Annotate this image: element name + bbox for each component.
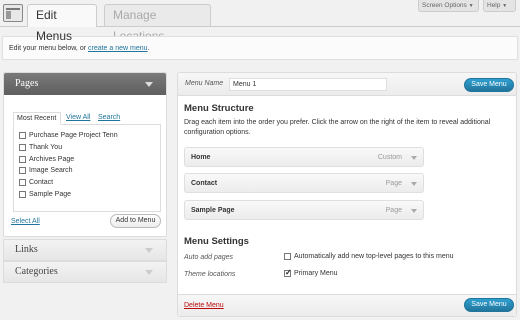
pages-panel-header[interactable]: Pages <box>4 73 166 95</box>
theme-locations-label: Theme locations <box>184 271 236 278</box>
expand-arrow-icon[interactable] <box>411 156 417 160</box>
auto-add-checkbox[interactable] <box>284 253 291 260</box>
help-label: Help <box>487 2 501 9</box>
screen-options-label: Screen Options <box>422 2 467 9</box>
menu-structure-heading: Menu Structure <box>184 103 254 114</box>
delete-menu-link[interactable]: Delete Menu <box>184 302 224 309</box>
page-label: Contact <box>29 179 54 187</box>
expand-arrow-icon[interactable] <box>411 182 417 186</box>
manage-suffix: . <box>147 45 150 52</box>
page-label: Thank You <box>29 144 63 152</box>
menu-settings-heading: Menu Settings <box>184 236 249 247</box>
manage-menus-bar: Edit your menu below, or create a new me… <box>2 36 518 60</box>
tab-manage-locations[interactable]: Manage Locations <box>104 4 211 43</box>
menus-screen-icon <box>3 4 23 22</box>
tab-most-recent[interactable]: Most Recent <box>13 112 61 125</box>
menu-name-input[interactable] <box>229 78 387 91</box>
page-checkbox[interactable] <box>19 144 26 152</box>
menu-item[interactable]: Sample Page Page <box>184 200 424 220</box>
menu-editor-footer: Delete Menu Save Menu <box>178 294 516 316</box>
pages-panel: Pages Most Recent View All Search Purcha… <box>3 72 167 237</box>
collapse-arrow-icon[interactable] <box>145 82 153 87</box>
page-label: Sample Page <box>29 190 72 198</box>
pages-checklist: Purchase Page Project Tenn Thank You Arc… <box>13 124 161 212</box>
menu-item-title: Contact <box>191 180 218 187</box>
list-item[interactable]: Thank You <box>19 142 155 154</box>
auto-add-label: Auto add pages <box>184 254 234 261</box>
page-checkbox[interactable] <box>19 155 26 163</box>
page-label: Image Search <box>29 167 73 175</box>
menu-item-type: Custom <box>377 154 402 161</box>
tab-search[interactable]: Search <box>98 112 120 123</box>
accordion-links-label: Links <box>15 244 38 255</box>
help-button[interactable]: Help ▼ <box>483 0 516 12</box>
primary-menu-text: Primary Menu <box>294 270 338 277</box>
save-menu-button[interactable]: Save Menu <box>464 298 514 312</box>
page-label: Archives Page <box>29 155 75 163</box>
tab-view-all[interactable]: View All <box>66 112 90 123</box>
menu-name-label: Menu Name <box>185 80 224 87</box>
collapse-arrow-icon[interactable] <box>145 270 153 275</box>
menu-item[interactable]: Contact Page <box>184 173 424 193</box>
menu-item-title: Sample Page <box>191 207 235 214</box>
auto-add-option[interactable]: Automatically add new top-level pages to… <box>284 253 454 260</box>
screen-options-button[interactable]: Screen Options ▼ <box>418 0 479 12</box>
accordion-categories[interactable]: Categories <box>3 261 167 283</box>
list-item[interactable]: Contact <box>19 177 155 189</box>
save-menu-button[interactable]: Save Menu <box>464 78 514 92</box>
create-new-menu-link[interactable]: create a new menu <box>88 45 148 52</box>
tab-edit-menus[interactable]: Edit Menus <box>27 4 97 43</box>
list-item[interactable]: Sample Page <box>19 188 155 200</box>
page-checkbox[interactable] <box>19 132 26 140</box>
menu-item[interactable]: Home Custom <box>184 147 424 167</box>
auto-add-text: Automatically add new top-level pages to… <box>294 253 454 260</box>
pages-panel-title: Pages <box>15 78 39 89</box>
collapse-arrow-icon[interactable] <box>145 248 153 253</box>
list-item[interactable]: Archives Page <box>19 153 155 165</box>
primary-menu-checkbox[interactable] <box>284 268 292 277</box>
chevron-down-icon: ▼ <box>468 3 474 9</box>
list-item[interactable]: Purchase Page Project Tenn <box>19 130 155 142</box>
accordion-categories-label: Categories <box>15 266 58 277</box>
primary-menu-option[interactable]: Primary Menu <box>284 268 338 277</box>
menu-item-title: Home <box>191 154 211 161</box>
page-checkbox[interactable] <box>19 179 26 187</box>
add-to-menu-button[interactable]: Add to Menu <box>110 214 161 228</box>
page-checkbox[interactable] <box>19 167 26 175</box>
accordion-links[interactable]: Links <box>3 239 167 261</box>
page-label: Purchase Page Project Tenn <box>29 132 118 140</box>
page-checkbox[interactable] <box>19 190 26 198</box>
menu-instructions: Drag each item into the order you prefer… <box>184 119 491 136</box>
chevron-down-icon: ▼ <box>502 3 508 9</box>
select-all-link[interactable]: Select All <box>11 218 40 225</box>
list-item[interactable]: Image Search <box>19 165 155 177</box>
menu-item-type: Page <box>385 180 402 187</box>
menu-editor-header: Menu Name Save Menu <box>178 73 516 96</box>
menu-item-type: Page <box>385 207 402 214</box>
expand-arrow-icon[interactable] <box>411 209 417 213</box>
menu-editor-panel: Menu Name Save Menu Menu Structure Drag … <box>177 72 517 317</box>
